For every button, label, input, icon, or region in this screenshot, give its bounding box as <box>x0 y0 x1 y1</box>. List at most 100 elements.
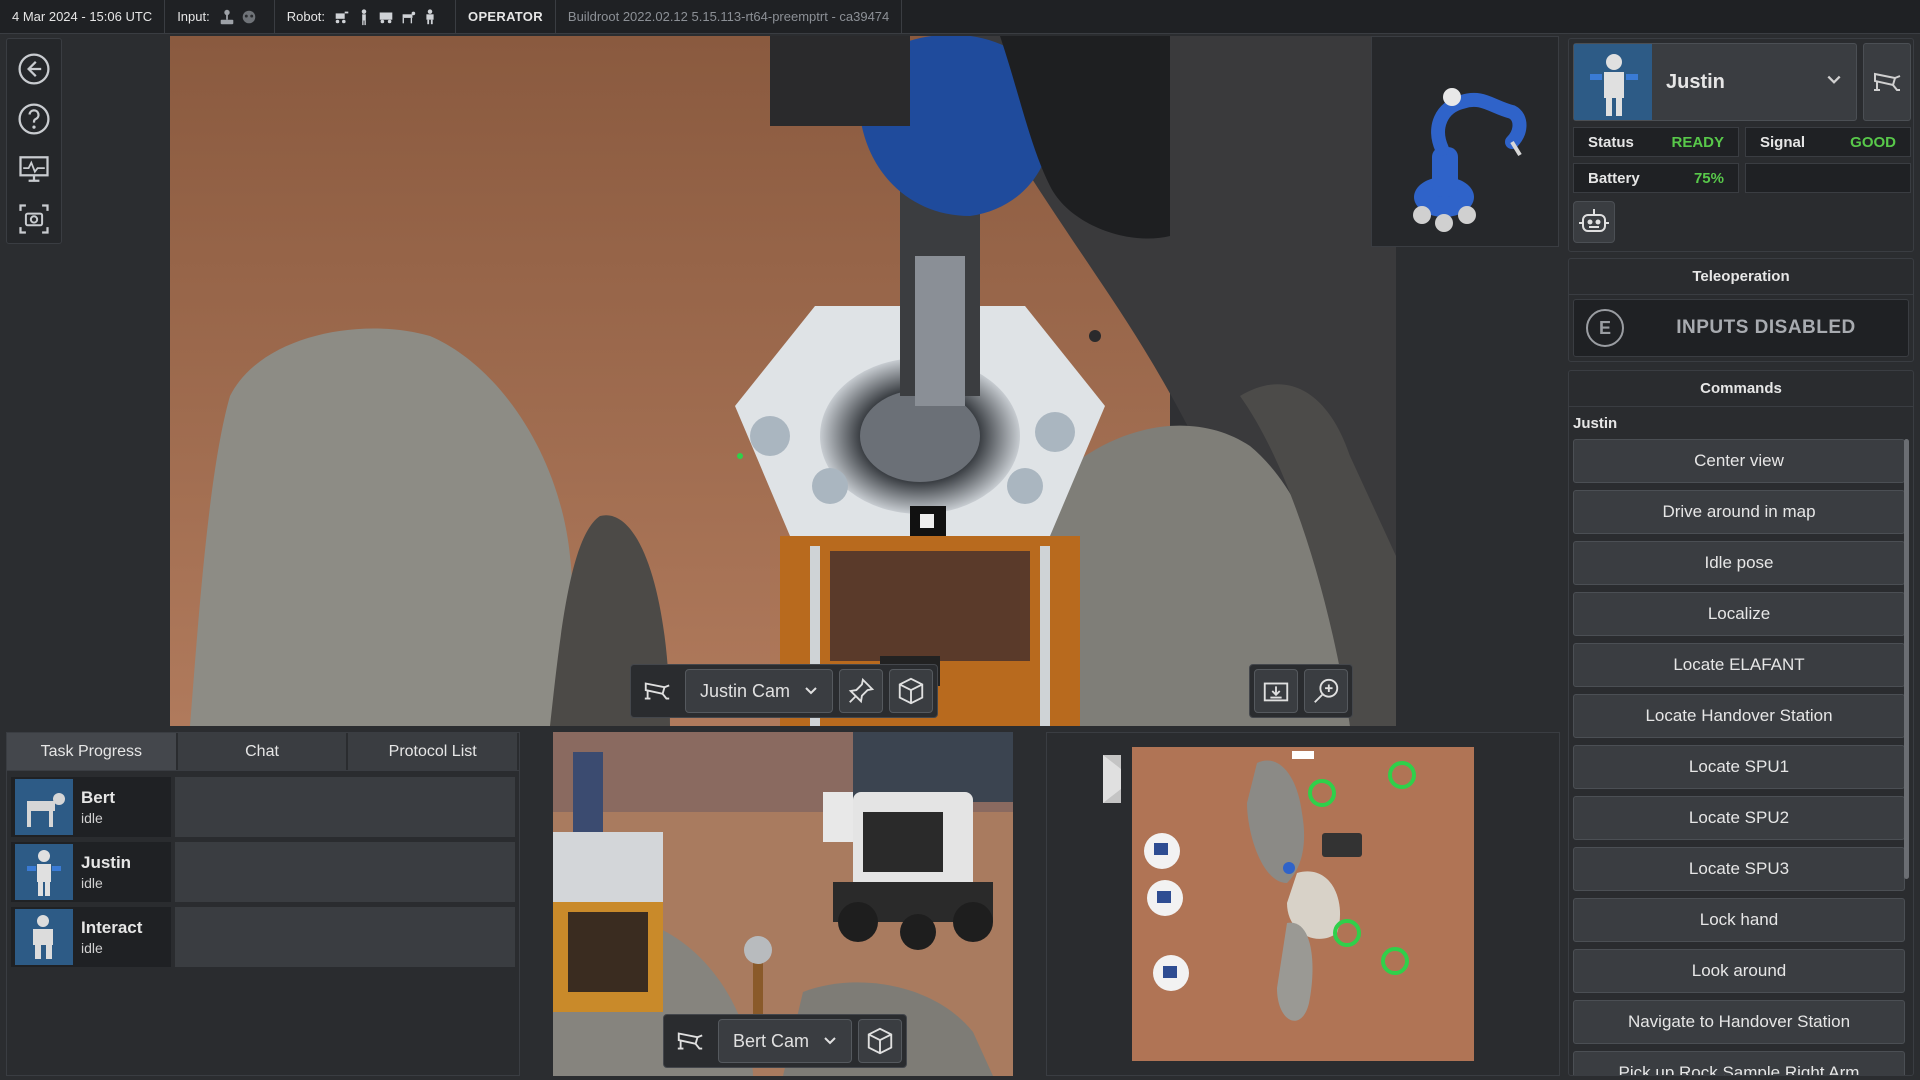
task-robot-name: Bert <box>81 788 116 807</box>
robot-name: Justin <box>1666 70 1725 93</box>
bert-camera-select[interactable]: Bert Cam <box>718 1019 853 1063</box>
robot-avatar <box>1574 44 1652 120</box>
camera-toggle-button[interactable] <box>668 1019 712 1063</box>
humanoid-icon <box>15 844 73 900</box>
command-button[interactable]: Locate Handover Station <box>1573 694 1905 738</box>
robot-select[interactable]: Justin <box>1573 43 1857 121</box>
task-robot-state: idle <box>81 875 103 891</box>
screenshot-button[interactable] <box>13 197 55 241</box>
interact-robot-icon <box>15 909 73 965</box>
task-robot: Justin idle <box>11 842 171 902</box>
build-info: Buildroot 2022.02.12 5.15.113-rt64-preem… <box>556 0 903 33</box>
interact-avatar <box>15 909 73 965</box>
tab-chat[interactable]: Chat <box>177 733 349 770</box>
robot-3d-preview <box>1371 36 1559 247</box>
battery-label: Battery <box>1588 169 1640 187</box>
command-button[interactable]: Center view <box>1573 439 1905 483</box>
zoom-in-button[interactable] <box>1304 669 1348 713</box>
command-button[interactable]: Localize <box>1573 592 1905 636</box>
justin-avatar <box>15 844 73 900</box>
task-progress-bar <box>175 907 515 967</box>
screenshot-icon <box>19 204 49 234</box>
zoom-in-icon <box>1314 678 1339 703</box>
pin-button[interactable] <box>839 669 884 713</box>
chevron-down-icon <box>824 1037 836 1045</box>
top-status-bar: 4 Mar 2024 - 15:06 UTC Input: Robot: OPE… <box>0 0 1920 34</box>
command-button[interactable]: Drive around in map <box>1573 490 1905 534</box>
camera-toggle-button[interactable] <box>635 669 679 713</box>
task-robot: Interact idle <box>11 907 171 967</box>
back-button[interactable] <box>13 47 55 91</box>
task-row[interactable]: Interact idle <box>11 907 515 967</box>
command-button[interactable]: Locate SPU3 <box>1573 847 1905 891</box>
main-camera-select-label: Justin Cam <box>700 680 791 701</box>
command-button[interactable]: Locate SPU1 <box>1573 745 1905 789</box>
task-robot-name: Interact <box>81 918 143 937</box>
help-icon <box>18 103 50 135</box>
datetime: 4 Mar 2024 - 15:06 UTC <box>0 0 166 33</box>
command-button[interactable]: Lock hand <box>1573 898 1905 942</box>
command-button[interactable]: Pick up Rock Sample Right Arm <box>1573 1051 1905 1075</box>
commands-owner: Justin <box>1573 415 1618 432</box>
command-list: Center view Drive around in map Idle pos… <box>1573 439 1905 1075</box>
task-progress-bar <box>175 842 515 902</box>
download-button[interactable] <box>1254 669 1298 713</box>
cube-icon <box>898 677 924 705</box>
task-row[interactable]: Justin idle <box>11 842 515 902</box>
main-camera-feed[interactable]: Justin Cam <box>170 36 1396 726</box>
commands-scrollbar[interactable] <box>1904 439 1909 879</box>
robot-face-icon <box>1579 209 1609 232</box>
task-panel: Task Progress Chat Protocol List Bert id… <box>6 732 520 1076</box>
quadruped-icon <box>399 8 417 26</box>
app-root: 4 Mar 2024 - 15:06 UTC Input: Robot: OPE… <box>0 0 1920 1080</box>
bert-avatar <box>15 779 73 835</box>
tab-protocol-list[interactable]: Protocol List <box>348 733 520 770</box>
main-camera-controls: Justin Cam <box>630 664 939 718</box>
rover-marker-icon <box>1322 833 1362 857</box>
teleoperation-panel: Teleoperation E INPUTS DISABLED <box>1568 258 1914 362</box>
commands-title: Commands <box>1569 371 1913 407</box>
input-devices: Input: <box>165 0 275 33</box>
justin-avatar-icon <box>1574 44 1652 120</box>
tab-task-progress[interactable]: Task Progress <box>7 733 178 770</box>
camera-scene <box>170 36 1396 726</box>
robot-camera-button[interactable] <box>1863 43 1911 121</box>
3d-view-button[interactable] <box>889 669 934 713</box>
signal-value: GOOD <box>1850 133 1896 151</box>
rover-icon <box>333 8 351 26</box>
bert-camera-feed[interactable]: Bert Cam <box>553 732 1013 1076</box>
map-view[interactable] <box>1046 732 1560 1076</box>
operator-role: OPERATOR <box>456 0 556 33</box>
main-camera-select[interactable]: Justin Cam <box>685 669 834 713</box>
robot-status-panel: Justin Status READY Signal GOOD Battery … <box>1568 38 1914 252</box>
battery-field: Battery 75% <box>1573 163 1739 193</box>
help-button[interactable] <box>13 97 55 141</box>
robot-label: Robot: <box>286 9 326 24</box>
monitor-button[interactable] <box>13 147 55 191</box>
interact-robot-icon <box>421 8 439 26</box>
pin-icon <box>848 677 875 704</box>
command-button[interactable]: Look around <box>1573 949 1905 993</box>
vehicle-icon <box>377 8 395 26</box>
robot-position-icon <box>1283 862 1295 874</box>
task-info: Justin idle <box>81 853 131 891</box>
cube-icon <box>867 1027 893 1055</box>
command-button[interactable]: Locate ELAFANT <box>1573 643 1905 687</box>
signal-label: Signal <box>1760 133 1806 151</box>
empty-status-field <box>1745 163 1911 193</box>
robot-face-button[interactable] <box>1573 201 1615 243</box>
task-robot-name: Justin <box>81 853 132 872</box>
task-info: Interact idle <box>81 918 142 956</box>
3d-view-button[interactable] <box>858 1019 903 1063</box>
command-button[interactable]: Locate SPU2 <box>1573 796 1905 840</box>
bert-camera-select-label: Bert Cam <box>733 1030 810 1051</box>
datetime-text: 4 Mar 2024 - 15:06 UTC <box>12 9 153 24</box>
build-text: Buildroot 2022.02.12 5.15.113-rt64-preem… <box>567 9 890 24</box>
inputs-toggle-button[interactable]: E INPUTS DISABLED <box>1573 299 1909 357</box>
task-info: Bert idle <box>81 788 115 826</box>
main-view-tools <box>1249 664 1353 718</box>
task-row[interactable]: Bert idle <box>11 777 515 837</box>
task-tabs: Task Progress Chat Protocol List <box>7 733 520 771</box>
command-button[interactable]: Idle pose <box>1573 541 1905 585</box>
command-button[interactable]: Navigate to Handover Station <box>1573 1000 1905 1044</box>
